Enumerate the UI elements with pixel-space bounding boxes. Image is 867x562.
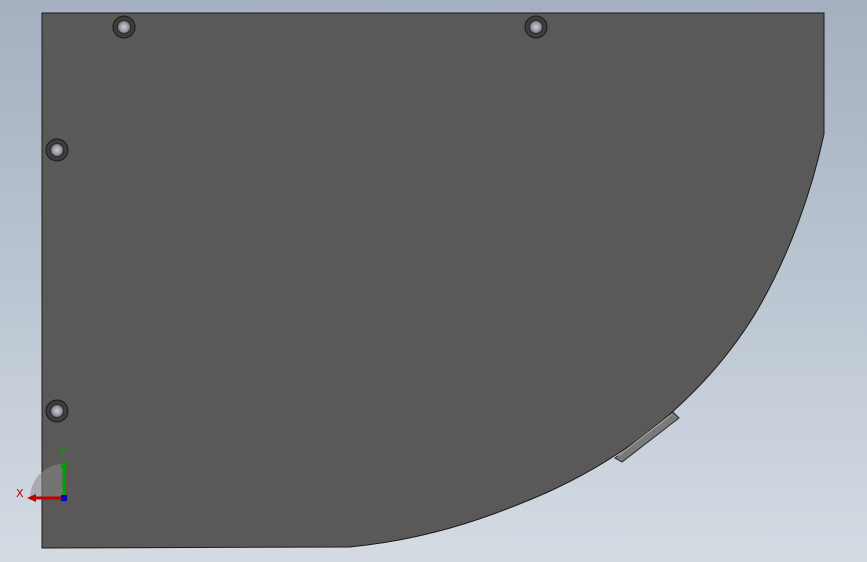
triad-z-axis (61, 495, 67, 501)
mounting-hole[interactable] (112, 15, 136, 39)
triad-y-label: Y (58, 446, 66, 459)
triad-plane-shade (30, 464, 64, 498)
part-face[interactable] (41, 12, 825, 549)
mounting-hole[interactable] (524, 15, 548, 39)
mounting-hole[interactable] (45, 399, 69, 423)
mounting-hole[interactable] (45, 138, 69, 162)
triad-x-label: X (16, 487, 24, 500)
graphics-viewport[interactable]: X Y (0, 0, 867, 562)
model-view[interactable]: X Y (0, 0, 867, 562)
